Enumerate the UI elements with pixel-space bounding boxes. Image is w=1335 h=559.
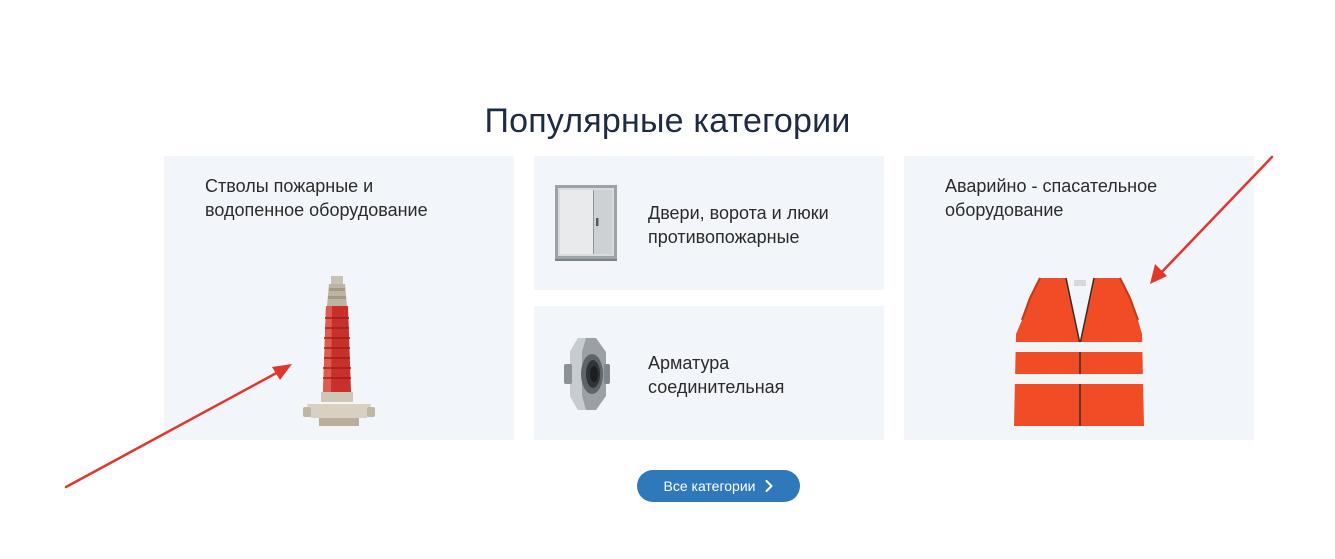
category-card-rescue[interactable]: Аварийно - спасательное оборудование xyxy=(904,156,1254,440)
category-card-couplings[interactable]: Арматура соединительная xyxy=(534,306,884,440)
category-card-nozzles[interactable]: Стволы пожарные и водопенное оборудовани… xyxy=(164,156,514,440)
hose-coupling-icon xyxy=(564,338,610,410)
category-title-rescue: Аварийно - спасательное оборудование xyxy=(945,176,1158,220)
fire-door-icon xyxy=(555,185,617,261)
category-title-doors: Двери, ворота и люки противопожарные xyxy=(648,203,829,247)
category-title-nozzles: Стволы пожарные и водопенное оборудовани… xyxy=(205,176,428,220)
all-categories-button[interactable]: Все категории xyxy=(637,470,800,502)
section-title: Популярные категории xyxy=(484,102,851,141)
safety-vest-icon xyxy=(1014,277,1145,426)
category-card-doors[interactable]: Двери, ворота и люки противопожарные xyxy=(534,156,884,290)
fire-nozzle-icon xyxy=(303,276,375,426)
category-title-couplings: Арматура соединительная xyxy=(648,353,785,397)
chevron-right-icon xyxy=(765,480,773,492)
all-categories-label: Все категории xyxy=(663,478,756,494)
